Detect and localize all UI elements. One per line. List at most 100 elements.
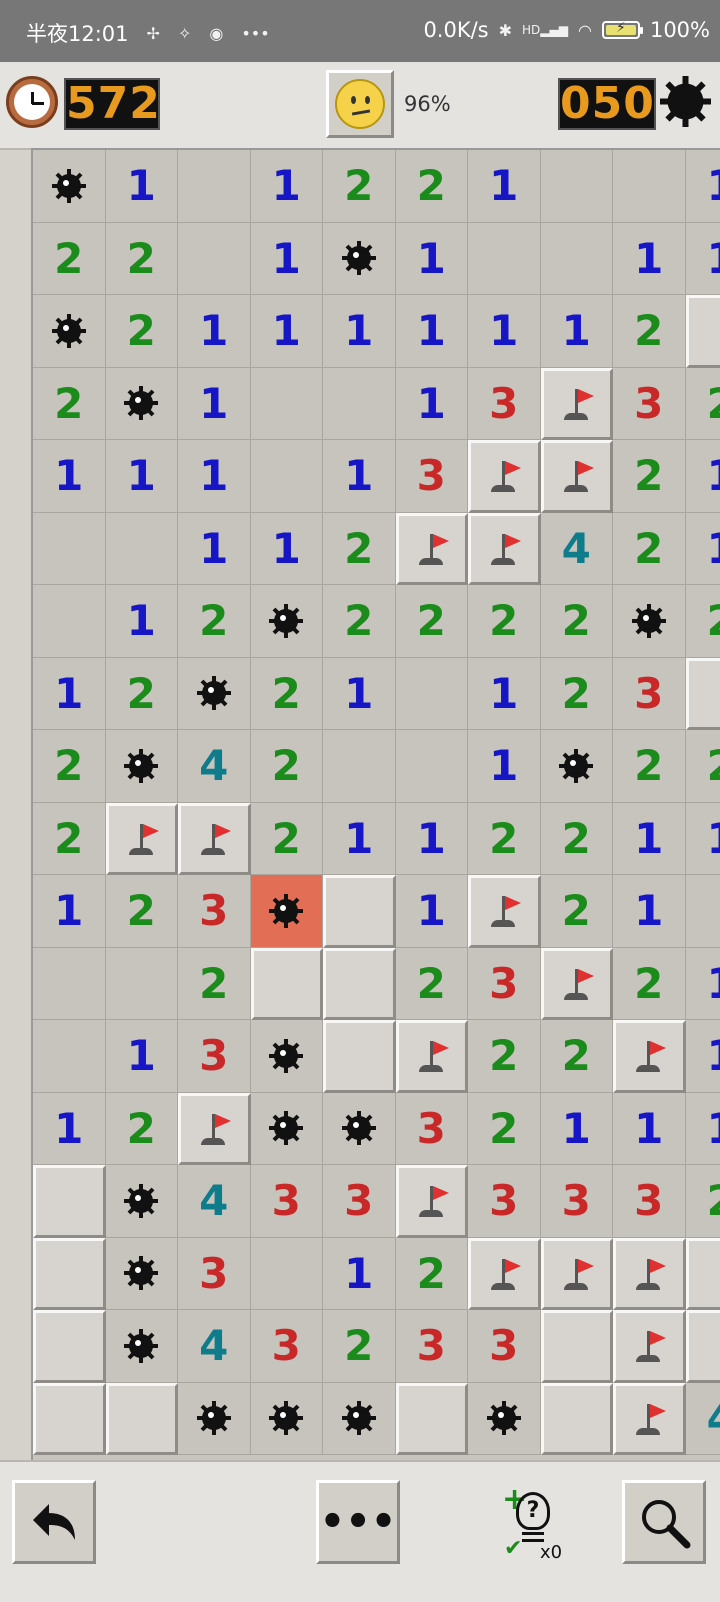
cell-empty[interactable] (106, 513, 179, 586)
cell-number[interactable]: 4 (178, 730, 251, 803)
cell-empty[interactable] (323, 368, 396, 441)
cell-number[interactable]: 2 (541, 658, 614, 731)
cell-number[interactable]: 3 (468, 1165, 541, 1238)
cell-mine[interactable] (106, 730, 179, 803)
cell-empty[interactable] (178, 150, 251, 223)
cell-number[interactable]: 2 (323, 585, 396, 658)
cell-number[interactable]: 3 (396, 1310, 469, 1383)
cell-mine[interactable] (468, 1383, 541, 1456)
cell-number[interactable]: 1 (178, 368, 251, 441)
cell-closed[interactable] (686, 295, 720, 368)
cell-mine[interactable] (251, 1383, 324, 1456)
cell-mine[interactable] (323, 1093, 396, 1166)
cell-number[interactable]: 2 (541, 1020, 614, 1093)
cell-number[interactable]: 1 (396, 875, 469, 948)
cell-empty[interactable] (33, 513, 106, 586)
cell-number[interactable]: 2 (541, 875, 614, 948)
cell-number[interactable]: 2 (178, 948, 251, 1021)
cell-number[interactable]: 2 (106, 223, 179, 296)
cell-number[interactable]: 3 (178, 1020, 251, 1093)
cell-number[interactable]: 1 (613, 803, 686, 876)
cell-number[interactable]: 4 (178, 1165, 251, 1238)
cell-number[interactable]: 2 (468, 585, 541, 658)
cell-number[interactable]: 3 (323, 1165, 396, 1238)
cell-mine[interactable] (106, 1165, 179, 1238)
cell-number[interactable]: 1 (686, 948, 720, 1021)
cell-number[interactable]: 1 (106, 440, 179, 513)
cell-closed[interactable] (686, 658, 720, 731)
cell-number[interactable]: 2 (323, 513, 396, 586)
cell-flagged[interactable] (613, 1238, 686, 1311)
cell-number[interactable]: 2 (541, 803, 614, 876)
cell-number[interactable]: 2 (33, 803, 106, 876)
cell-closed[interactable] (323, 948, 396, 1021)
cell-number[interactable]: 1 (106, 150, 179, 223)
cell-flagged[interactable] (613, 1383, 686, 1456)
cell-flagged[interactable] (396, 1165, 469, 1238)
cell-closed[interactable] (33, 1238, 106, 1311)
cell-number[interactable]: 2 (613, 513, 686, 586)
cell-number[interactable]: 1 (33, 658, 106, 731)
cell-number[interactable]: 1 (251, 295, 324, 368)
cell-number[interactable]: 3 (468, 948, 541, 1021)
cell-number[interactable]: 2 (106, 875, 179, 948)
cell-number[interactable]: 1 (33, 440, 106, 513)
cell-number[interactable]: 2 (33, 368, 106, 441)
cell-flagged[interactable] (396, 1020, 469, 1093)
zoom-button[interactable] (622, 1480, 706, 1564)
cell-number[interactable]: 1 (178, 513, 251, 586)
cell-number[interactable]: 1 (178, 440, 251, 513)
cell-number[interactable]: 1 (468, 295, 541, 368)
cell-empty[interactable] (106, 948, 179, 1021)
cell-closed[interactable] (323, 1020, 396, 1093)
cell-mine[interactable] (106, 368, 179, 441)
cell-flagged[interactable] (541, 948, 614, 1021)
cell-empty[interactable] (251, 1238, 324, 1311)
cell-number[interactable]: 1 (251, 223, 324, 296)
cell-empty[interactable] (686, 875, 720, 948)
cell-number[interactable]: 2 (106, 658, 179, 731)
cell-number[interactable]: 2 (613, 730, 686, 803)
cell-closed[interactable] (251, 948, 324, 1021)
cell-number[interactable]: 3 (178, 1238, 251, 1311)
cell-number[interactable]: 1 (541, 1093, 614, 1166)
cell-number[interactable]: 2 (106, 295, 179, 368)
cell-number[interactable]: 2 (251, 730, 324, 803)
cell-number[interactable]: 3 (251, 1165, 324, 1238)
cell-empty[interactable] (251, 368, 324, 441)
cell-number[interactable]: 2 (541, 585, 614, 658)
cell-number[interactable]: 4 (686, 1383, 720, 1456)
cell-number[interactable]: 3 (251, 1310, 324, 1383)
cell-flagged[interactable] (541, 440, 614, 513)
cell-empty[interactable] (323, 730, 396, 803)
cell-exploded-mine[interactable] (251, 875, 324, 948)
cell-number[interactable]: 1 (396, 368, 469, 441)
cell-number[interactable]: 2 (686, 368, 720, 441)
cell-number[interactable]: 2 (396, 585, 469, 658)
cell-number[interactable]: 3 (178, 875, 251, 948)
cell-number[interactable]: 1 (396, 803, 469, 876)
cell-number[interactable]: 3 (541, 1165, 614, 1238)
cell-number[interactable]: 2 (251, 803, 324, 876)
cell-number[interactable]: 3 (468, 368, 541, 441)
cell-flagged[interactable] (468, 440, 541, 513)
cell-number[interactable]: 1 (323, 1238, 396, 1311)
cell-mine[interactable] (541, 730, 614, 803)
cell-closed[interactable] (541, 1383, 614, 1456)
cell-empty[interactable] (541, 150, 614, 223)
cell-number[interactable]: 1 (468, 730, 541, 803)
cell-empty[interactable] (33, 585, 106, 658)
cell-number[interactable]: 1 (33, 1093, 106, 1166)
cell-number[interactable]: 1 (251, 513, 324, 586)
cell-flagged[interactable] (541, 368, 614, 441)
cell-empty[interactable] (396, 730, 469, 803)
cell-number[interactable]: 3 (613, 368, 686, 441)
cell-number[interactable]: 2 (396, 150, 469, 223)
cell-number[interactable]: 2 (323, 1310, 396, 1383)
cell-number[interactable]: 1 (396, 295, 469, 368)
cell-number[interactable]: 3 (396, 1093, 469, 1166)
cell-number[interactable]: 1 (686, 1093, 720, 1166)
cell-number[interactable]: 2 (686, 730, 720, 803)
cell-mine[interactable] (106, 1310, 179, 1383)
cell-closed[interactable] (33, 1310, 106, 1383)
